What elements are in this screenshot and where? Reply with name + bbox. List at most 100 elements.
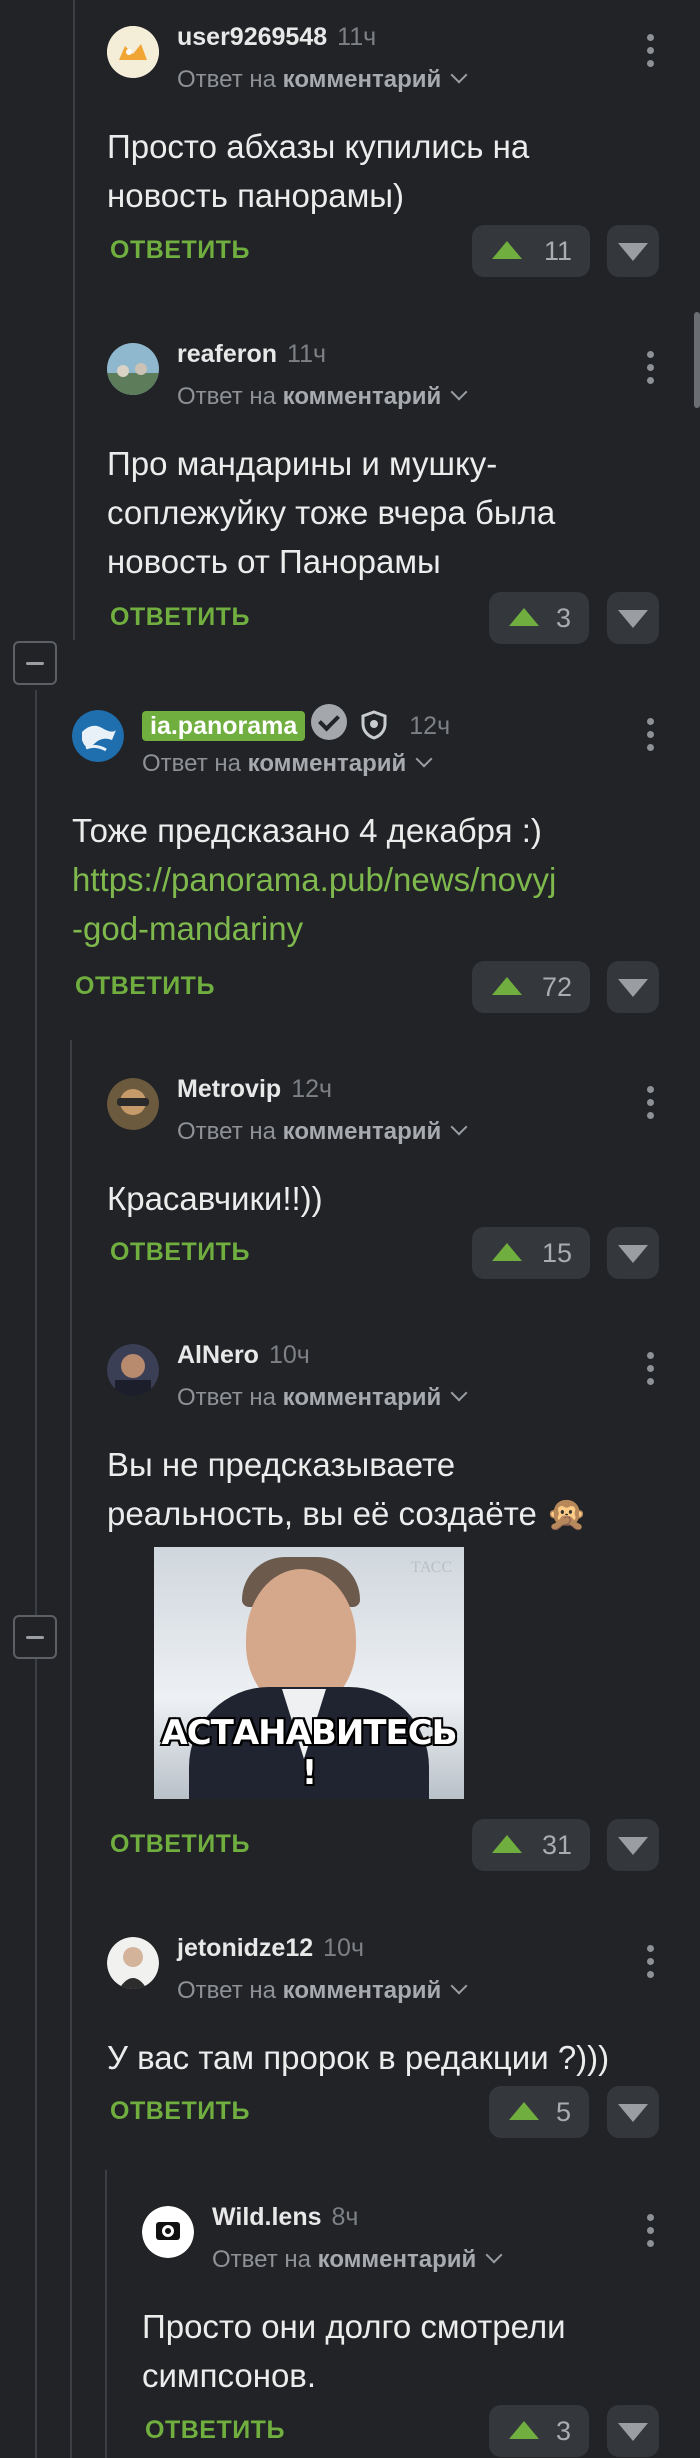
comment: Metrovip 12ч Ответ на комментарий Красавч…	[107, 1075, 667, 1279]
comment-text: У вас там пророк в редакции ?)))	[107, 2039, 610, 2076]
arrow-up-icon	[492, 1835, 522, 1853]
reply-to-link[interactable]: Ответ на комментарий	[142, 750, 433, 778]
vote-count: 72	[541, 972, 572, 1002]
comment-time: 12ч	[291, 1075, 333, 1103]
shield-icon	[361, 710, 387, 747]
reply-button[interactable]: ОТВЕТИТЬ	[110, 1830, 250, 1859]
avatar[interactable]	[72, 710, 124, 762]
comment: reaferon 11ч Ответ на комментарий Про ман…	[107, 340, 667, 644]
vertical-dots-icon[interactable]	[647, 718, 655, 757]
vertical-dots-icon[interactable]	[647, 351, 655, 390]
thread-line	[70, 1040, 72, 2458]
comment-time: 8ч	[331, 2203, 359, 2231]
collapse-thread-button[interactable]	[13, 641, 57, 685]
comment: AlNero 10ч Ответ на комментарий Вы не пре…	[107, 1341, 667, 1871]
upvote-button[interactable]: 5	[489, 2086, 589, 2138]
reply-to-link[interactable]: Ответ на комментарий	[177, 1977, 468, 2005]
comment-time: 12ч	[409, 712, 451, 740]
downvote-button[interactable]	[607, 2405, 659, 2457]
reply-to-link[interactable]: Ответ на комментарий	[177, 1384, 468, 1412]
downvote-button[interactable]	[607, 225, 659, 277]
comment-author[interactable]: user9269548 11ч	[177, 23, 376, 52]
verified-check-icon	[311, 704, 348, 740]
comment: jetonidze12 10ч Ответ на комментарий У ва…	[107, 1934, 667, 2138]
downvote-button[interactable]	[607, 1819, 659, 1871]
vote-count: 3	[555, 2416, 571, 2446]
reply-to-link[interactable]: Ответ на комментарий	[212, 2246, 503, 2274]
upvote-button[interactable]: 3	[489, 2405, 589, 2457]
image-watermark: ТАСС	[410, 1559, 452, 1576]
collapse-thread-button[interactable]	[13, 1615, 57, 1659]
upvote-button[interactable]: 72	[472, 961, 590, 1013]
reply-to-link[interactable]: Ответ на комментарий	[177, 1118, 468, 1146]
avatar[interactable]	[107, 1344, 159, 1396]
avatar[interactable]	[142, 2206, 194, 2258]
reply-button[interactable]: ОТВЕТИТЬ	[110, 1238, 250, 1267]
reply-button[interactable]: ОТВЕТИТЬ	[75, 972, 215, 1001]
comment: user9269548 11ч Ответ на комментарий Прос…	[107, 23, 667, 286]
reply-button[interactable]: ОТВЕТИТЬ	[110, 2097, 250, 2126]
comment-time: 11ч	[287, 340, 327, 368]
scrollbar[interactable]	[694, 312, 700, 408]
thread-line	[105, 2170, 107, 2458]
vote-count: 31	[541, 1830, 572, 1860]
vertical-dots-icon[interactable]	[647, 1086, 655, 1125]
vote-count: 3	[555, 603, 571, 633]
avatar[interactable]	[107, 1937, 159, 1989]
arrow-up-icon	[509, 608, 539, 626]
avatar[interactable]	[107, 26, 159, 78]
chevron-down-icon	[450, 383, 468, 401]
chevron-down-icon	[450, 1384, 468, 1402]
downvote-button[interactable]	[607, 2086, 659, 2138]
vote-count: 5	[555, 2097, 571, 2127]
avatar[interactable]	[107, 343, 159, 395]
comment-author[interactable]: AlNero 10ч	[177, 1341, 310, 1370]
upvote-button[interactable]: 15	[472, 1227, 590, 1279]
vote-count: 11	[543, 236, 572, 266]
downvote-button[interactable]	[607, 592, 659, 644]
reply-button[interactable]: ОТВЕТИТЬ	[110, 603, 250, 632]
comment-time: 11ч	[337, 23, 377, 51]
vertical-dots-icon[interactable]	[647, 2214, 655, 2253]
comment-time: 10ч	[268, 1341, 310, 1369]
chevron-down-icon	[450, 1977, 468, 1995]
comment: Wild.lens 8ч Ответ на комментарий Просто …	[142, 2203, 667, 2457]
vertical-dots-icon[interactable]	[647, 1945, 655, 1984]
downvote-button[interactable]	[607, 961, 659, 1013]
comment-time: 10ч	[323, 1934, 364, 1962]
arrow-up-icon	[492, 977, 522, 995]
chevron-down-icon	[450, 1118, 468, 1136]
reply-button[interactable]: ОТВЕТИТЬ	[110, 236, 250, 265]
downvote-button[interactable]	[607, 1227, 659, 1279]
reply-button[interactable]: ОТВЕТИТЬ	[145, 2416, 285, 2445]
arrow-up-icon	[492, 241, 522, 259]
comment: ia.panorama 12ч Ответ на комментарий Тоже…	[72, 704, 667, 1013]
reply-to-link[interactable]: Ответ на комментарий	[177, 383, 468, 411]
comment-author[interactable]: Wild.lens 8ч	[212, 2203, 358, 2232]
chevron-down-icon	[450, 66, 468, 84]
arrow-up-icon	[509, 2102, 539, 2120]
comment-author[interactable]: ia.panorama 12ч	[142, 698, 450, 741]
comment-link[interactable]: https://panorama.pub/news/novyj -god-mand…	[72, 861, 556, 947]
comment-author[interactable]: jetonidze12 10ч	[177, 1934, 364, 1963]
upvote-button[interactable]: 31	[472, 1819, 590, 1871]
meme-image[interactable]: ТАСС АСТАНАВИТЕСЬ !	[154, 1547, 464, 1799]
chevron-down-icon	[415, 750, 433, 768]
avatar[interactable]	[107, 1078, 159, 1130]
chevron-down-icon	[485, 2246, 503, 2264]
upvote-button[interactable]: 11	[472, 225, 590, 277]
image-caption: АСТАНАВИТЕСЬ !	[161, 1713, 457, 1793]
upvote-button[interactable]: 3	[489, 592, 589, 644]
comment-text: Просто они долго смотрели симпсонов.	[142, 2308, 566, 2394]
arrow-up-icon	[492, 1243, 522, 1261]
comment-text: Просто абхазы купились на новость панора…	[107, 128, 530, 214]
vertical-dots-icon[interactable]	[647, 1352, 655, 1391]
vertical-dots-icon[interactable]	[647, 34, 655, 73]
thread-line	[35, 690, 37, 2458]
comment-author[interactable]: Metrovip 12ч	[177, 1075, 332, 1104]
comment-text: Красавчики!!))	[107, 1180, 323, 1217]
comment-author[interactable]: reaferon 11ч	[177, 340, 326, 369]
thread-line	[73, 0, 75, 640]
comment-text: Про мандарины и мушку-соплежуйку тоже вч…	[107, 445, 556, 580]
reply-to-link[interactable]: Ответ на комментарий	[177, 66, 468, 94]
